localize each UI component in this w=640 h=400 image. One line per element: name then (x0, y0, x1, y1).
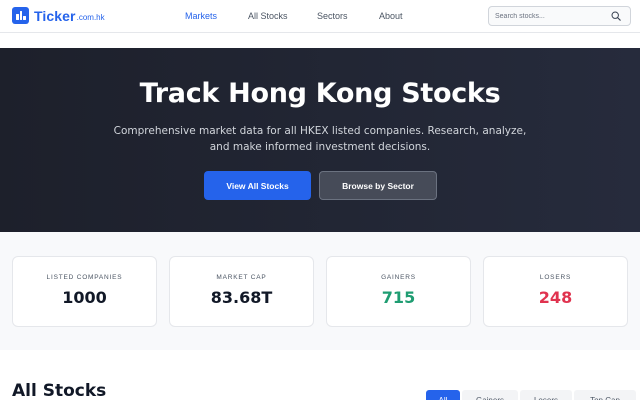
hero-subtitle: Comprehensive market data for all HKEX l… (113, 125, 527, 153)
logo[interactable]: Ticker .com.hk (12, 7, 105, 24)
stat-card-market-cap: MARKET CAP 83.68T (169, 256, 314, 327)
stat-value: 1000 (62, 288, 107, 307)
stat-value: 715 (381, 288, 416, 307)
bar-chart-icon (12, 7, 29, 24)
nav-all-stocks[interactable]: All Stocks (248, 11, 288, 21)
stat-value: 83.68T (210, 288, 273, 307)
search-icon[interactable] (611, 11, 621, 21)
stat-card-gainers: GAINERS 715 (326, 256, 471, 327)
tab-top-cap[interactable]: Top Cap (574, 390, 636, 400)
stat-value: 248 (538, 288, 573, 307)
view-all-stocks-button[interactable]: View All Stocks (204, 171, 311, 200)
tab-losers[interactable]: Losers (520, 390, 572, 400)
nav-markets[interactable]: Markets (185, 11, 217, 21)
stat-label: LOSERS (539, 274, 572, 281)
hero-title: Track Hong Kong Stocks (139, 78, 501, 109)
stat-label: LISTED COMPANIES (46, 274, 123, 281)
search-input[interactable] (495, 10, 605, 23)
stat-label: GAINERS (381, 274, 416, 281)
browse-by-sector-button[interactable]: Browse by Sector (319, 171, 437, 200)
search-box[interactable] (488, 6, 631, 26)
market-stats: LISTED COMPANIES 1000 MARKET CAP 83.68T … (0, 232, 640, 350)
hero-banner: Track Hong Kong Stocks Comprehensive mar… (0, 48, 640, 232)
tab-all[interactable]: All (426, 390, 460, 400)
stat-label: MARKET CAP (216, 274, 267, 281)
stat-card-losers: LOSERS 248 (483, 256, 628, 327)
brand-suffix: .com.hk (76, 13, 105, 22)
all-stocks-heading: All Stocks (12, 381, 107, 400)
tab-gainers[interactable]: Gainers (462, 390, 518, 400)
nav-sectors[interactable]: Sectors (317, 11, 348, 21)
stat-card-listed-companies: LISTED COMPANIES 1000 (12, 256, 157, 327)
top-header: Ticker .com.hk Markets All Stocks Sector… (0, 0, 640, 33)
nav-about[interactable]: About (379, 11, 403, 21)
brand-name: Ticker (34, 7, 76, 24)
